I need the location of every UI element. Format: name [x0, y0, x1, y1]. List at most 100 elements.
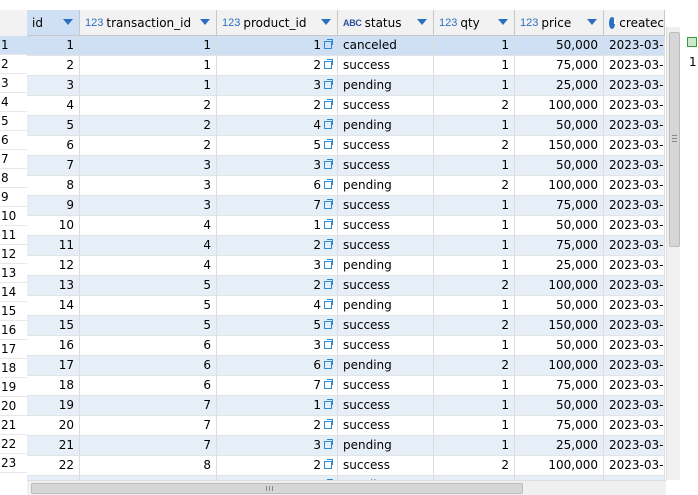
filter-dropdown-icon[interactable] — [63, 19, 73, 25]
filter-dropdown-icon[interactable] — [498, 19, 508, 25]
table-cell-price[interactable]: 25,000 — [515, 436, 604, 455]
table-cell-created[interactable]: 2023-03-1 — [604, 356, 665, 375]
table-cell-qty[interactable]: 1 — [434, 76, 515, 95]
table-row[interactable]: 5 2 4 pending 1 50,000 2023-03-1 — [27, 116, 665, 136]
table-cell-transaction-id[interactable]: 5 — [80, 316, 217, 335]
table-row[interactable]: 15 5 5 success 2 150,000 2023-03-1 — [27, 316, 665, 336]
table-cell-transaction-id[interactable]: 5 — [80, 276, 217, 295]
column-header-created[interactable]: createc — [604, 10, 665, 35]
table-cell-product-id[interactable]: 3 — [217, 336, 338, 355]
table-cell-product-id[interactable]: 4 — [217, 116, 338, 135]
table-cell-price[interactable]: 100,000 — [515, 456, 604, 475]
table-cell-created[interactable]: 2023-03-1 — [604, 336, 665, 355]
table-cell-status[interactable]: canceled — [338, 36, 434, 55]
table-cell-id[interactable]: 3 — [27, 76, 80, 95]
table-cell-product-id[interactable]: 1 — [217, 36, 338, 55]
table-cell-product-id[interactable]: 7 — [217, 376, 338, 395]
table-row[interactable]: 19 7 1 success 1 50,000 2023-03-1 — [27, 396, 665, 416]
row-number[interactable]: 5 — [0, 112, 27, 131]
table-cell-price[interactable]: 75,000 — [515, 376, 604, 395]
table-row[interactable]: 17 6 6 pending 2 100,000 2023-03-1 — [27, 356, 665, 376]
table-cell-price[interactable]: 150,000 — [515, 316, 604, 335]
results-grid[interactable]: id 123 transaction_id 123 product_id ABC statu… — [27, 10, 665, 480]
table-cell-id[interactable]: 5 — [27, 116, 80, 135]
open-link-icon[interactable] — [324, 219, 333, 229]
table-cell-qty[interactable]: 1 — [434, 36, 515, 55]
table-row[interactable]: 3 1 3 pending 1 25,000 2023-03-1 — [27, 76, 665, 96]
table-cell-qty[interactable]: 2 — [434, 456, 515, 475]
open-link-icon[interactable] — [324, 119, 333, 129]
table-cell-created[interactable]: 2023-03-1 — [604, 276, 665, 295]
row-number[interactable]: 4 — [0, 93, 27, 112]
table-cell-status[interactable]: success — [338, 136, 434, 155]
open-link-icon[interactable] — [324, 59, 333, 69]
table-cell-status[interactable]: success — [338, 216, 434, 235]
table-cell-id[interactable]: 18 — [27, 376, 80, 395]
table-cell-transaction-id[interactable]: 4 — [80, 216, 217, 235]
open-link-icon[interactable] — [324, 299, 333, 309]
table-cell-price[interactable]: 50,000 — [515, 296, 604, 315]
table-cell-status[interactable]: success — [338, 56, 434, 75]
table-cell-transaction-id[interactable]: 8 — [80, 456, 217, 475]
table-cell-price[interactable]: 50,000 — [515, 396, 604, 415]
table-row[interactable]: 18 6 7 success 1 75,000 2023-03-1 — [27, 376, 665, 396]
table-cell-status[interactable]: success — [338, 376, 434, 395]
table-cell-qty[interactable]: 1 — [434, 436, 515, 455]
filter-dropdown-icon[interactable] — [200, 19, 210, 25]
table-cell-qty[interactable]: 2 — [434, 96, 515, 115]
table-row[interactable]: 22 8 2 success 2 100,000 2023-03-1 — [27, 456, 665, 476]
table-cell-price[interactable]: 50,000 — [515, 216, 604, 235]
table-cell-product-id[interactable]: 5 — [217, 136, 338, 155]
table-cell-transaction-id[interactable]: 1 — [80, 36, 217, 55]
table-cell-transaction-id[interactable]: 2 — [80, 116, 217, 135]
table-cell-id[interactable]: 1 — [27, 36, 80, 55]
table-row[interactable]: 9 3 7 success 1 75,000 2023-03-1 — [27, 196, 665, 216]
table-cell-id[interactable]: 15 — [27, 316, 80, 335]
filter-dropdown-icon[interactable] — [321, 19, 331, 25]
table-cell-qty[interactable]: 2 — [434, 316, 515, 335]
table-cell-transaction-id[interactable]: 5 — [80, 296, 217, 315]
table-cell-qty[interactable]: 2 — [434, 356, 515, 375]
table-cell-id[interactable]: 2 — [27, 56, 80, 75]
table-cell-id[interactable]: 19 — [27, 396, 80, 415]
filter-dropdown-icon[interactable] — [417, 19, 427, 25]
open-link-icon[interactable] — [324, 459, 333, 469]
table-cell-transaction-id[interactable]: 6 — [80, 356, 217, 375]
table-cell-product-id[interactable]: 1 — [217, 396, 338, 415]
table-cell-price[interactable]: 75,000 — [515, 56, 604, 75]
table-cell-product-id[interactable]: 2 — [217, 96, 338, 115]
open-link-icon[interactable] — [324, 179, 333, 189]
table-cell-transaction-id[interactable]: 1 — [80, 56, 217, 75]
table-cell-created[interactable]: 2023-03-1 — [604, 96, 665, 115]
table-cell-created[interactable]: 2023-03-1 — [604, 416, 665, 435]
table-cell-product-id[interactable]: 2 — [217, 456, 338, 475]
column-header-id[interactable]: id — [27, 10, 80, 35]
table-cell-price[interactable]: 100,000 — [515, 96, 604, 115]
table-row[interactable]: 1 1 1 canceled 1 50,000 2023-03-1 — [27, 36, 665, 56]
table-cell-id[interactable]: 22 — [27, 456, 80, 475]
row-number[interactable]: 19 — [0, 378, 27, 397]
table-cell-product-id[interactable]: 3 — [217, 156, 338, 175]
table-cell-price[interactable]: 75,000 — [515, 236, 604, 255]
open-link-icon[interactable] — [324, 39, 333, 49]
row-number[interactable]: 9 — [0, 188, 27, 207]
table-row[interactable]: 2 1 2 success 1 75,000 2023-03-1 — [27, 56, 665, 76]
table-cell-qty[interactable]: 1 — [434, 376, 515, 395]
table-cell-status[interactable]: success — [338, 316, 434, 335]
table-cell-qty[interactable]: 1 — [434, 196, 515, 215]
table-cell-product-id[interactable]: 3 — [217, 76, 338, 95]
table-cell-created[interactable]: 2023-03-1 — [604, 76, 665, 95]
row-number[interactable]: 1 — [0, 36, 27, 55]
table-cell-id[interactable]: 21 — [27, 436, 80, 455]
table-cell-created[interactable]: 2023-03-1 — [604, 296, 665, 315]
row-number[interactable]: 12 — [0, 245, 27, 264]
table-cell-created[interactable]: 2023-03-1 — [604, 56, 665, 75]
table-cell-qty[interactable]: 1 — [434, 336, 515, 355]
table-cell-status[interactable]: pending — [338, 176, 434, 195]
table-cell-status[interactable]: success — [338, 416, 434, 435]
table-cell-status[interactable]: success — [338, 456, 434, 475]
table-cell-created[interactable]: 2023-03-1 — [604, 216, 665, 235]
table-cell-status[interactable]: pending — [338, 76, 434, 95]
table-cell-product-id[interactable]: 2 — [217, 236, 338, 255]
column-header-status[interactable]: ABC status — [338, 10, 434, 35]
